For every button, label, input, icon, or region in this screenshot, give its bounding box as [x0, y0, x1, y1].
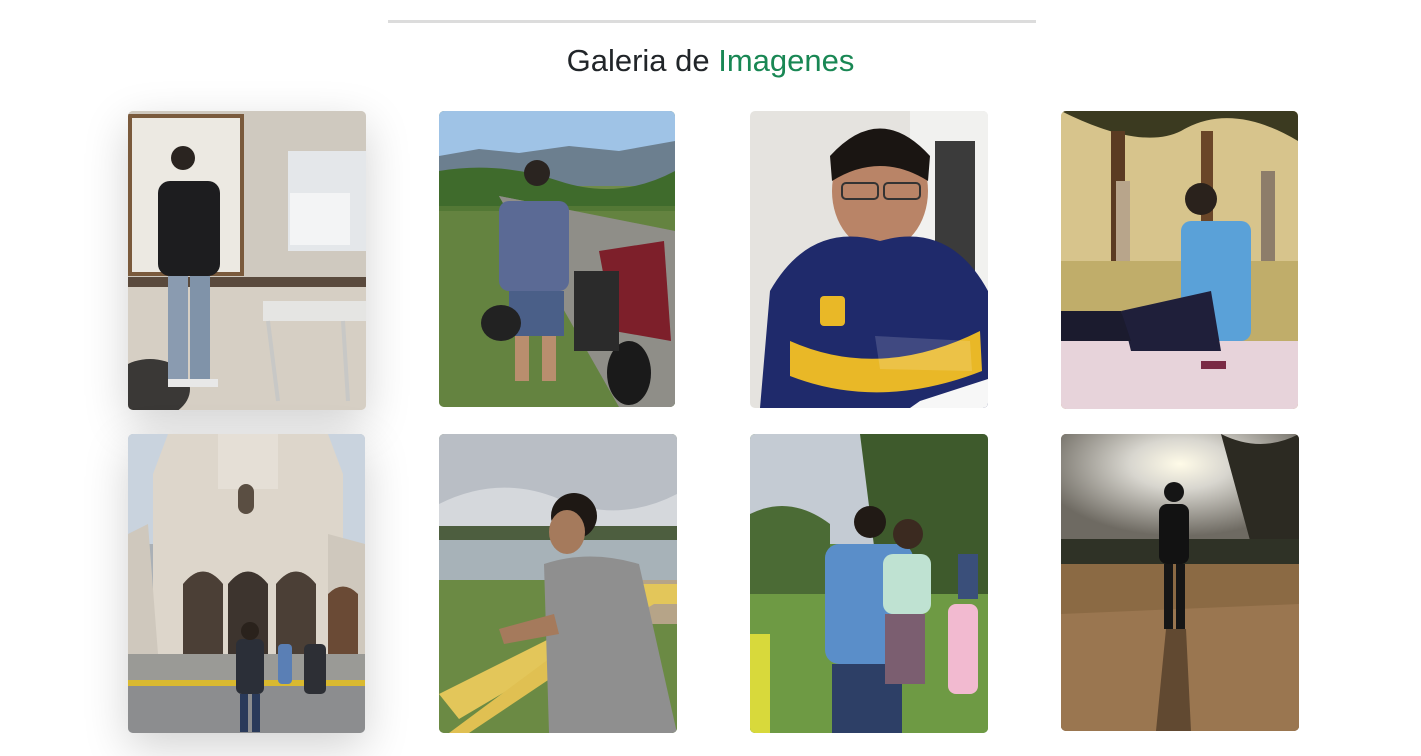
photo-classroom-presentation	[128, 111, 366, 410]
gallery-photo-2[interactable]	[439, 111, 675, 407]
title-prefix: Galeria de	[566, 43, 710, 78]
photo-church-facade	[128, 434, 365, 733]
photo-football-jersey-portrait	[750, 111, 988, 408]
photo-family-park	[750, 434, 988, 733]
gallery-photo-1[interactable]	[128, 111, 366, 410]
photo-park-picnic	[1061, 111, 1298, 409]
title-accent: Imagenes	[718, 43, 855, 78]
gallery-page: Galeria de Imagenes	[0, 0, 1421, 756]
gallery-photo-8[interactable]	[1061, 434, 1299, 731]
gallery-photo-3[interactable]	[750, 111, 988, 408]
gallery-photo-4[interactable]	[1061, 111, 1298, 409]
photo-lake-railing	[439, 434, 677, 733]
top-divider	[388, 20, 1036, 23]
gallery-photo-7[interactable]	[750, 434, 988, 733]
photo-sunset-field	[1061, 434, 1299, 731]
gallery-photo-5[interactable]	[128, 434, 365, 733]
gallery-photo-6[interactable]	[439, 434, 677, 733]
photo-motorcycle-road	[439, 111, 675, 407]
page-title: Galeria de Imagenes	[0, 40, 1421, 82]
